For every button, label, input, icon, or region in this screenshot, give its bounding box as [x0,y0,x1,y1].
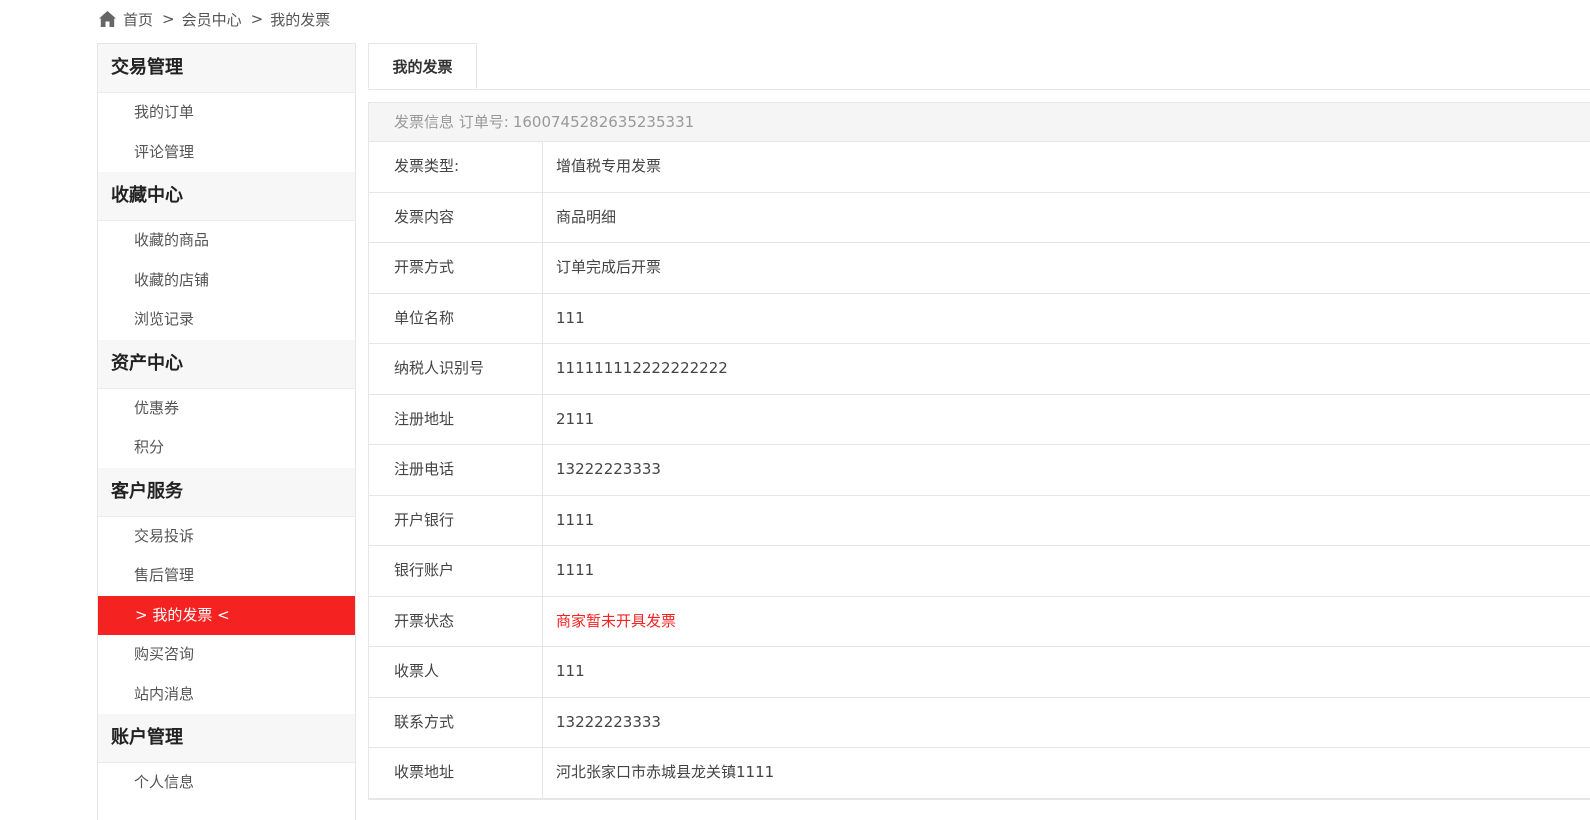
sidebar-item-my-invoices[interactable]: > 我的发票 < [98,595,355,635]
sidebar-group-account: 账户管理 个人信息 [98,714,355,803]
table-row: 收票人 111 [369,647,1590,698]
row-label: 注册电话 [369,445,543,495]
table-row: 开户银行 1111 [369,495,1590,546]
sidebar-group-title: 交易管理 [98,44,355,93]
breadcrumb: 首页 > 会员中心 > 我的发票 [98,8,330,30]
sidebar-group-trade: 交易管理 我的订单 评论管理 [98,44,355,172]
sidebar-group-favorites: 收藏中心 收藏的商品 收藏的店铺 浏览记录 [98,172,355,340]
invoice-info-panel: 发票信息 订单号: 1600745282635235331 发票类型: 增值税专用… [368,102,1590,800]
invoice-info-label: 发票信息 订单号: [394,113,509,131]
sidebar-item-fav-goods[interactable]: 收藏的商品 [98,221,355,261]
table-row: 开票状态 商家暂未开具发票 [369,596,1590,647]
sidebar-item-coupons[interactable]: 优惠券 [98,389,355,429]
sidebar-item-after-sales[interactable]: 售后管理 [98,556,355,596]
sidebar-group-title: 资产中心 [98,339,355,389]
row-value: 13222223333 [556,460,661,478]
row-label: 开票方式 [369,243,543,293]
sidebar-item-messages[interactable]: 站内消息 [98,675,355,715]
tab-bar: 我的发票 [368,43,1590,90]
sidebar-group-service: 客户服务 交易投诉 售后管理 > 我的发票 < 购买咨询 站内消息 [98,467,355,715]
table-row: 银行账户 1111 [369,546,1590,597]
breadcrumb-home[interactable]: 首页 [123,9,153,30]
invoice-status: 商家暂未开具发票 [556,611,677,630]
row-value: 111 [556,662,585,680]
table-row: 注册地址 2111 [369,394,1590,445]
home-icon[interactable] [98,10,117,28]
row-label: 发票类型: [369,142,543,192]
row-value: 13222223333 [556,712,661,731]
row-label: 银行账户 [369,546,543,596]
table-row: 发票内容 商品明细 [369,192,1590,243]
row-label: 纳税人识别号 [369,344,543,394]
sidebar-group-title: 客户服务 [98,467,355,517]
row-value: 河北张家口市赤城县龙关镇1111 [556,763,775,781]
table-row: 纳税人识别号 111111112222222222 [369,344,1590,395]
sidebar-item-fav-shops[interactable]: 收藏的店铺 [98,261,355,301]
table-row: 收票地址 河北张家口市赤城县龙关镇1111 [369,748,1590,799]
row-value: 111 [556,308,585,327]
sidebar-item-complaints[interactable]: 交易投诉 [98,517,355,557]
table-row: 联系方式 13222223333 [369,697,1590,748]
sidebar-group-title: 账户管理 [98,714,355,763]
sidebar-item-my-orders[interactable]: 我的订单 [98,93,355,133]
breadcrumb-separator: > [162,10,175,28]
sidebar-item-history[interactable]: 浏览记录 [98,300,355,340]
row-value: 订单完成后开票 [556,258,662,276]
sidebar-item-consult[interactable]: 购买咨询 [98,635,355,675]
row-label: 开户银行 [369,495,543,545]
row-label: 开票状态 [369,596,543,646]
invoice-info-header: 发票信息 订单号: 1600745282635235331 [369,103,1590,142]
row-label: 联系方式 [369,697,543,747]
row-label: 收票人 [369,647,543,697]
row-value: 111111112222222222 [556,359,728,377]
sidebar-item-reviews[interactable]: 评论管理 [98,133,355,173]
row-value: 2111 [556,409,595,428]
table-row: 注册电话 13222223333 [369,445,1590,496]
row-label: 单位名称 [369,293,543,343]
table-row: 发票类型: 增值税专用发票 [369,142,1590,193]
table-row: 开票方式 订单完成后开票 [369,243,1590,294]
breadcrumb-separator: > [250,10,264,28]
breadcrumb-current: 我的发票 [270,10,331,29]
row-label: 收票地址 [369,748,543,798]
row-value: 1111 [556,510,595,529]
main-content: 我的发票 发票信息 订单号: 1600745282635235331 发票类型: … [368,43,1590,800]
row-value: 增值税专用发票 [556,157,662,175]
row-value: 1111 [556,561,595,579]
sidebar-item-points[interactable]: 积分 [98,428,355,468]
sidebar-group-title: 收藏中心 [98,172,355,221]
table-row: 单位名称 111 [369,293,1590,344]
row-value: 商品明细 [556,207,617,226]
sidebar-item-profile[interactable]: 个人信息 [98,763,355,803]
tab-my-invoices[interactable]: 我的发票 [368,43,477,89]
row-label: 发票内容 [369,192,543,242]
order-number: 1600745282635235331 [512,113,695,131]
breadcrumb-member-center[interactable]: 会员中心 [182,9,242,30]
sidebar-group-assets: 资产中心 优惠券 积分 [98,339,355,468]
row-label: 注册地址 [369,394,543,444]
sidebar: 交易管理 我的订单 评论管理 收藏中心 收藏的商品 收藏的店铺 浏览记录 资产中… [97,43,356,820]
